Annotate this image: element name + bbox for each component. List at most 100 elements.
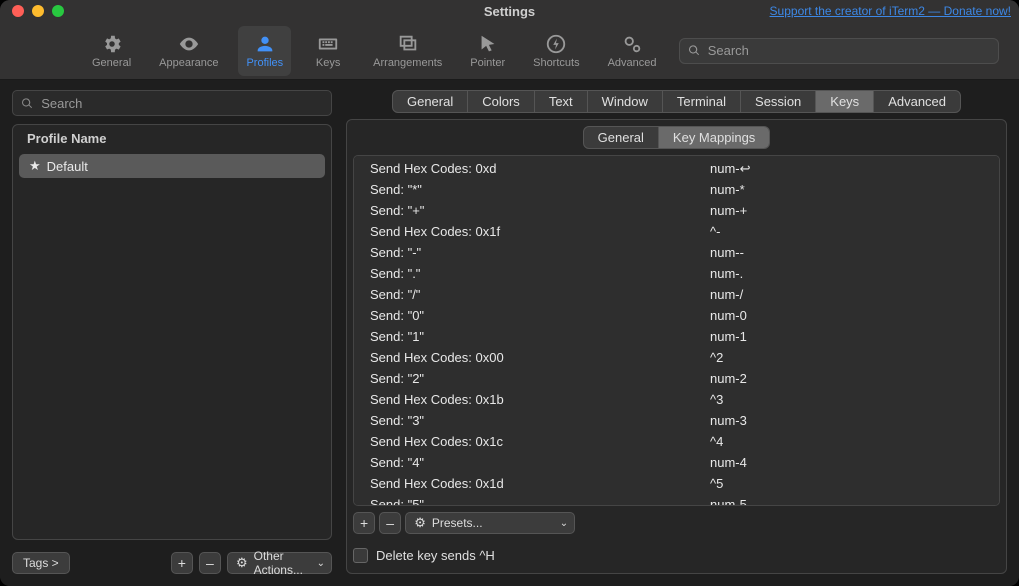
mapping-action: Send: "-": [370, 243, 710, 262]
toolbar-item-appearance[interactable]: Appearance: [151, 26, 226, 76]
mapping-shortcut: ^4: [710, 432, 983, 451]
tab-advanced[interactable]: Advanced: [874, 91, 960, 112]
mapping-shortcut: num-0: [710, 306, 983, 325]
person-icon: [254, 33, 276, 55]
toolbar-item-shortcuts[interactable]: Shortcuts: [525, 26, 587, 76]
add-mapping-button[interactable]: +: [353, 512, 375, 534]
presets-dropdown[interactable]: ⚙ Presets... ⌄: [405, 512, 575, 534]
donate-link[interactable]: Support the creator of iTerm2 — Donate n…: [770, 4, 1011, 18]
mapping-action: Send: "1": [370, 327, 710, 346]
mapping-row[interactable]: Send: "2"num-2: [354, 368, 999, 389]
dropdown-label: Other Actions...: [254, 549, 311, 577]
profile-list[interactable]: Profile Name ★ Default: [12, 124, 332, 540]
toolbar-label: Appearance: [159, 57, 218, 69]
profile-name: Default: [47, 159, 88, 174]
mapping-action: Send Hex Codes: 0x1c: [370, 432, 710, 451]
toolbar-label: Keys: [316, 57, 340, 69]
mapping-shortcut: num-5: [710, 495, 983, 506]
mapping-row[interactable]: Send Hex Codes: 0x00^2: [354, 347, 999, 368]
mapping-row[interactable]: Send: "3"num-3: [354, 410, 999, 431]
mapping-shortcut: num-/: [710, 285, 983, 304]
tab-session[interactable]: Session: [741, 91, 816, 112]
tab-window[interactable]: Window: [588, 91, 663, 112]
pointer-icon: [477, 33, 499, 55]
mapping-shortcut: ^3: [710, 390, 983, 409]
profiles-sidebar: Profile Name ★ Default Tags > + – ⚙ Othe…: [12, 90, 332, 574]
tab-general[interactable]: General: [393, 91, 468, 112]
tab-colors[interactable]: Colors: [468, 91, 535, 112]
mapping-action: Send: "+": [370, 201, 710, 220]
titlebar: Settings Support the creator of iTerm2 —…: [0, 0, 1019, 22]
mapping-row[interactable]: Send: "1"num-1: [354, 326, 999, 347]
profile-search-field[interactable]: [12, 90, 332, 116]
mapping-shortcut: num-↩: [710, 159, 983, 178]
eye-icon: [178, 33, 200, 55]
delete-key-option[interactable]: Delete key sends ^H: [353, 548, 1000, 563]
tab-text[interactable]: Text: [535, 91, 588, 112]
bolt-icon: [545, 33, 567, 55]
delete-key-label: Delete key sends ^H: [376, 548, 495, 563]
zoom-window-button[interactable]: [52, 5, 64, 17]
toolbar-item-arrangements[interactable]: Arrangements: [365, 26, 450, 76]
mapping-row[interactable]: Send: "-"num--: [354, 242, 999, 263]
minimize-window-button[interactable]: [32, 5, 44, 17]
mapping-action: Send: ".": [370, 264, 710, 283]
mapping-row[interactable]: Send Hex Codes: 0xdnum-↩: [354, 158, 999, 179]
toolbar-item-profiles[interactable]: Profiles: [238, 26, 291, 76]
toolbar-label: Pointer: [470, 57, 505, 69]
delete-key-checkbox[interactable]: [353, 548, 368, 563]
subtab-general[interactable]: General: [584, 127, 659, 148]
toolbar-item-pointer[interactable]: Pointer: [462, 26, 513, 76]
toolbar-item-advanced[interactable]: Advanced: [600, 26, 665, 76]
mapping-row[interactable]: Send Hex Codes: 0x1f^-: [354, 221, 999, 242]
mapping-shortcut: num-*: [710, 180, 983, 199]
gears-icon: [621, 33, 643, 55]
mapping-action: Send Hex Codes: 0x1b: [370, 390, 710, 409]
mapping-row[interactable]: Send: "4"num-4: [354, 452, 999, 473]
other-actions-dropdown[interactable]: ⚙ Other Actions... ⌄: [227, 552, 332, 574]
mapping-action: Send Hex Codes: 0x1d: [370, 474, 710, 493]
toolbar-label: Profiles: [246, 57, 283, 69]
mapping-row[interactable]: Send Hex Codes: 0x1b^3: [354, 389, 999, 410]
tab-terminal[interactable]: Terminal: [663, 91, 741, 112]
mapping-row[interactable]: Send: "5"num-5: [354, 494, 999, 506]
chevron-down-icon: ⌄: [560, 518, 568, 529]
subtab-key-mappings[interactable]: Key Mappings: [659, 127, 769, 148]
mapping-shortcut: num-.: [710, 264, 983, 283]
mapping-row[interactable]: Send: "0"num-0: [354, 305, 999, 326]
toolbar-item-general[interactable]: General: [84, 26, 139, 76]
toolbar-label: Advanced: [608, 57, 657, 69]
toolbar: General Appearance Profiles Keys Arrange…: [0, 22, 1019, 80]
close-window-button[interactable]: [12, 5, 24, 17]
toolbar-item-keys[interactable]: Keys: [303, 26, 353, 76]
remove-profile-button[interactable]: –: [199, 552, 221, 574]
mapping-row[interactable]: Send: "+"num-+: [354, 200, 999, 221]
mapping-row[interactable]: Send Hex Codes: 0x1c^4: [354, 431, 999, 452]
mapping-action: Send Hex Codes: 0xd: [370, 159, 710, 178]
profile-row-default[interactable]: ★ Default: [19, 154, 325, 178]
windows-icon: [397, 33, 419, 55]
mapping-action: Send: "5": [370, 495, 710, 506]
mapping-row[interactable]: Send: "*"num-*: [354, 179, 999, 200]
keys-subtabs: GeneralKey Mappings: [583, 126, 771, 149]
search-input[interactable]: [706, 42, 990, 59]
tab-keys[interactable]: Keys: [816, 91, 874, 112]
keys-subtabs-row: GeneralKey Mappings: [353, 126, 1000, 149]
star-icon: ★: [29, 158, 41, 174]
mapping-row[interactable]: Send: "/"num-/: [354, 284, 999, 305]
mapping-row[interactable]: Send: "."num-.: [354, 263, 999, 284]
tags-button[interactable]: Tags >: [12, 552, 70, 574]
mapping-row[interactable]: Send Hex Codes: 0x1d^5: [354, 473, 999, 494]
profile-tabs: GeneralColorsTextWindowTerminalSessionKe…: [392, 90, 961, 113]
traffic-lights: [0, 5, 64, 17]
settings-window: Settings Support the creator of iTerm2 —…: [0, 0, 1019, 586]
keyboard-icon: [317, 33, 339, 55]
search-icon: [688, 44, 700, 57]
gear-icon: [101, 33, 123, 55]
profile-search-input[interactable]: [39, 95, 323, 112]
profile-detail: GeneralColorsTextWindowTerminalSessionKe…: [346, 90, 1007, 574]
search-field[interactable]: [679, 38, 999, 64]
remove-mapping-button[interactable]: –: [379, 512, 401, 534]
add-profile-button[interactable]: +: [171, 552, 193, 574]
key-mappings-list[interactable]: Send Hex Codes: 0xdnum-↩Send: "*"num-*Se…: [353, 155, 1000, 506]
